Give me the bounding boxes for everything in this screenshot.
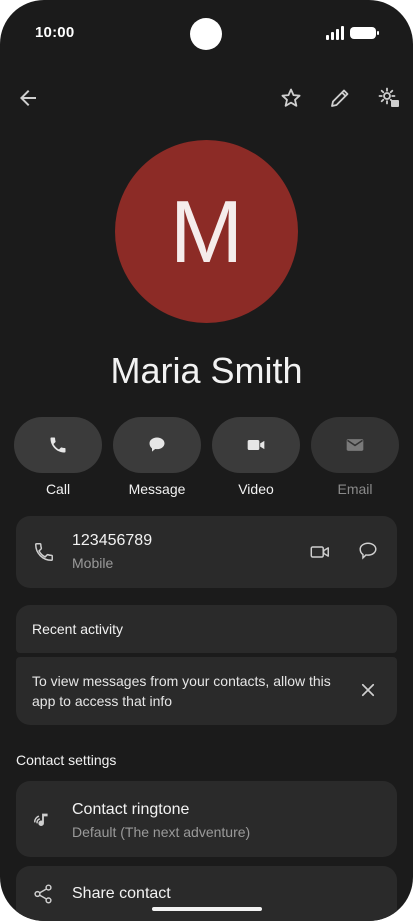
call-label: Call bbox=[45, 481, 71, 497]
phone-icon bbox=[50, 437, 66, 453]
recent-activity-header: Recent activity bbox=[16, 605, 397, 653]
camera-cutout bbox=[190, 18, 222, 50]
contact-settings-heading: Contact settings bbox=[16, 752, 117, 768]
star-icon[interactable] bbox=[279, 86, 303, 110]
status-bar: 10:00 bbox=[0, 0, 413, 64]
contact-settings-gear-icon[interactable] bbox=[377, 86, 401, 110]
ringtone-label: Contact ringtone bbox=[72, 801, 190, 818]
permission-message: To view messages from your contacts, all… bbox=[32, 673, 331, 709]
email-button[interactable] bbox=[311, 417, 399, 473]
edit-pencil-icon[interactable] bbox=[328, 86, 352, 110]
phone-number: 123456789 bbox=[72, 532, 153, 549]
video-button[interactable] bbox=[212, 417, 300, 473]
video-camera-icon bbox=[247, 440, 265, 450]
avatar-initial: M bbox=[169, 182, 244, 281]
contact-ringtone-item[interactable]: Contact ringtone Default (The next adven… bbox=[16, 781, 397, 857]
contact-name: Maria Smith bbox=[110, 350, 303, 391]
video-call-icon[interactable] bbox=[309, 541, 331, 563]
call-button[interactable] bbox=[14, 417, 102, 473]
phone-screen: 10:00 M Maria Smith Call Message Video E… bbox=[0, 0, 413, 921]
share-contact-item[interactable]: Share contact bbox=[16, 866, 397, 921]
share-icon bbox=[34, 884, 52, 904]
message-bubble-icon bbox=[149, 437, 165, 452]
recent-activity-permission-banner[interactable]: To view messages from your contacts, all… bbox=[16, 657, 397, 725]
status-time: 10:00 bbox=[35, 24, 75, 41]
email-envelope-icon bbox=[346, 439, 364, 451]
phone-type: Mobile bbox=[72, 555, 114, 571]
home-gesture-bar[interactable] bbox=[152, 907, 262, 911]
message-button[interactable] bbox=[113, 417, 201, 473]
ringtone-value: Default (The next adventure) bbox=[72, 824, 251, 840]
share-contact-label: Share contact bbox=[72, 885, 171, 902]
back-arrow-icon[interactable] bbox=[16, 86, 40, 110]
phone-number-card[interactable]: 123456789 Mobile bbox=[16, 516, 397, 588]
message-label: Message bbox=[128, 481, 186, 497]
battery-icon bbox=[350, 27, 379, 39]
video-label: Video bbox=[238, 481, 274, 497]
close-icon[interactable] bbox=[359, 681, 377, 699]
contact-avatar: M bbox=[115, 140, 298, 323]
email-label: Email bbox=[337, 481, 373, 497]
signal-icon bbox=[326, 26, 344, 40]
text-message-icon[interactable] bbox=[357, 540, 379, 562]
phone-outline-icon bbox=[35, 543, 53, 561]
ringtone-icon bbox=[34, 813, 48, 826]
recent-activity-title: Recent activity bbox=[32, 621, 124, 637]
